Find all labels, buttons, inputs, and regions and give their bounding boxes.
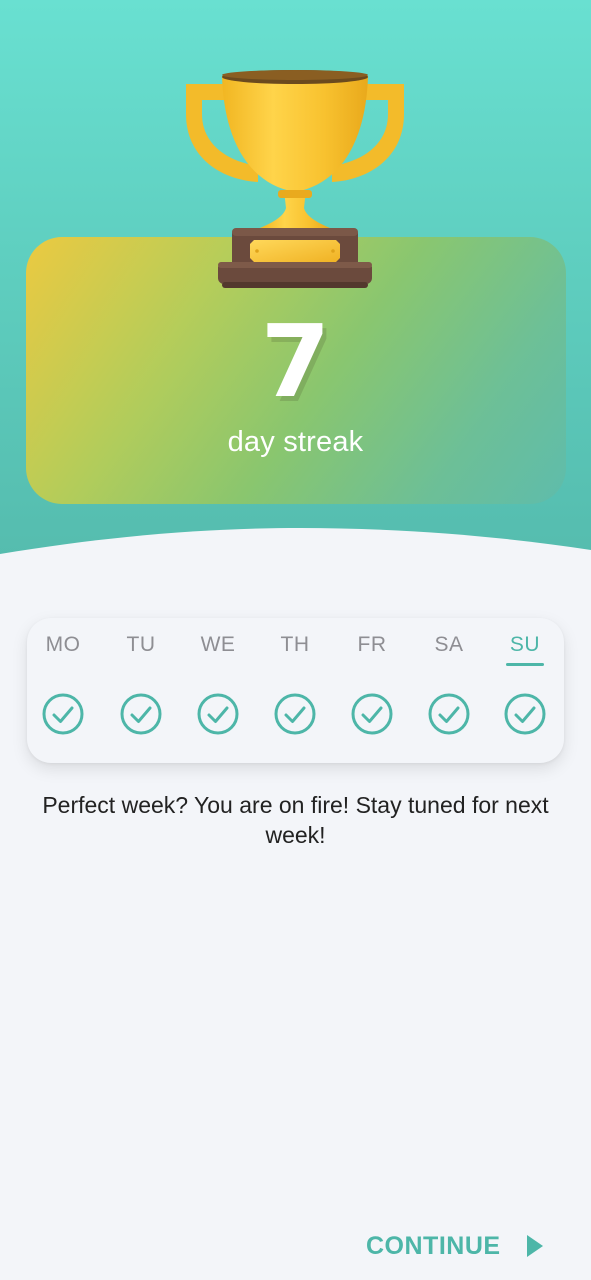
day-fr: FR [342,618,402,763]
encouragement-message: Perfect week? You are on fire! Stay tune… [42,792,549,848]
day-label: FR [357,633,387,656]
day-label: TH [280,633,310,656]
day-label: WE [200,633,236,656]
check-circle-icon [274,693,316,735]
hero-header: 7 day streak [0,0,591,560]
check-circle-icon [428,693,470,735]
play-triangle-icon [526,1235,543,1257]
day-label: MO [45,633,81,656]
streak-count: 7 [260,303,331,420]
streak-label: day streak [227,426,364,458]
header-wave [0,528,591,586]
check-circle-icon [351,693,393,735]
check-circle-icon [42,693,84,735]
day-we: WE [188,618,248,763]
check-circle-icon [120,693,162,735]
trophy-icon [186,70,404,288]
day-th: TH [265,618,325,763]
continue-label: CONTINUE [366,1231,501,1260]
day-su: SU [495,618,555,763]
current-day-indicator [506,663,544,666]
day-tu: TU [111,618,171,763]
continue-button[interactable]: CONTINUE [366,1226,562,1266]
day-label: SU [509,633,541,656]
day-label: SA [434,633,464,656]
week-progress-card: MO TU WE TH FR SA SU [27,618,564,763]
check-circle-icon [197,693,239,735]
day-mo: MO [33,618,93,763]
day-sa: SA [419,618,479,763]
check-circle-icon [504,693,546,735]
day-label: TU [126,633,156,656]
